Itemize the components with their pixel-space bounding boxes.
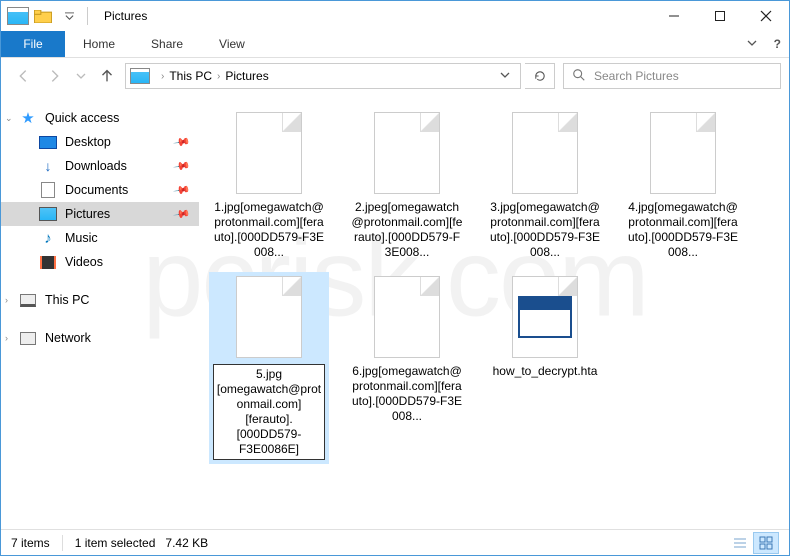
sidebar-item-label: Desktop	[65, 135, 111, 149]
status-bar: 7 items 1 item selected 7.42 KB	[1, 529, 789, 555]
file-icon	[236, 276, 302, 358]
sidebar-label: Quick access	[45, 111, 119, 125]
chevron-right-icon[interactable]: ›	[5, 333, 8, 343]
search-input[interactable]: Search Pictures	[563, 63, 781, 89]
search-placeholder: Search Pictures	[594, 69, 679, 83]
sidebar-label: This PC	[45, 293, 89, 307]
recent-locations-button[interactable]	[73, 62, 89, 90]
titlebar-separator	[87, 7, 88, 25]
help-icon[interactable]: ?	[774, 37, 781, 51]
file-icon	[374, 112, 440, 194]
sidebar-item-label: Documents	[65, 183, 128, 197]
sidebar-quick-access[interactable]: ⌄ ★ Quick access	[1, 106, 199, 130]
file-label: 1.jpg[omegawatch@protonmail.com][ferauto…	[213, 200, 325, 260]
sidebar-item-downloads[interactable]: Downloads 📌	[1, 154, 199, 178]
documents-icon	[41, 182, 55, 198]
details-view-button[interactable]	[727, 532, 753, 554]
file-label: 2.jpeg[omegawatch@protonmail.com][feraut…	[351, 200, 463, 260]
address-bar[interactable]: › This PC › Pictures	[125, 63, 521, 89]
file-icon	[374, 276, 440, 358]
file-item[interactable]: 3.jpg[omegawatch@protonmail.com][ferauto…	[485, 108, 605, 264]
large-icons-view-button[interactable]	[753, 532, 779, 554]
hta-icon	[512, 276, 578, 358]
tab-view[interactable]: View	[201, 31, 263, 57]
music-icon	[39, 230, 57, 246]
sidebar-item-desktop[interactable]: Desktop 📌	[1, 130, 199, 154]
status-selected-size: 7.42 KB	[165, 536, 208, 550]
pin-icon: 📌	[173, 157, 192, 176]
ribbon-tabs: File Home Share View ?	[1, 31, 789, 57]
sidebar-item-label: Music	[65, 231, 98, 245]
file-label: 3.jpg[omegawatch@protonmail.com][ferauto…	[489, 200, 601, 260]
sidebar-item-pictures[interactable]: Pictures 📌	[1, 202, 199, 226]
navigation-pane: ⌄ ★ Quick access Desktop 📌 Downloads 📌 D…	[1, 94, 199, 530]
search-icon	[572, 68, 586, 85]
maximize-button[interactable]	[697, 1, 743, 31]
sidebar-this-pc[interactable]: › This PC	[1, 288, 199, 312]
file-label: 5.jpg [omegawatch@protonmail.com] [ferau…	[213, 364, 325, 460]
title-bar: Pictures	[1, 1, 789, 31]
file-item[interactable]: 6.jpg[omegawatch@protonmail.com][ferauto…	[347, 272, 467, 464]
file-label: 4.jpg[omegawatch@protonmail.com][ferauto…	[627, 200, 739, 260]
sidebar-item-label: Downloads	[65, 159, 127, 173]
crumb-sep-icon: ›	[161, 71, 164, 82]
file-item-selected[interactable]: 5.jpg [omegawatch@protonmail.com] [ferau…	[209, 272, 329, 464]
window-title: Pictures	[104, 9, 147, 23]
address-dropdown-icon[interactable]	[494, 69, 516, 83]
tab-share[interactable]: Share	[133, 31, 201, 57]
sidebar-item-music[interactable]: Music	[1, 226, 199, 250]
sidebar-item-videos[interactable]: Videos	[1, 250, 199, 274]
address-bar-row: › This PC › Pictures Search Pictures	[1, 58, 789, 94]
desktop-icon	[39, 136, 57, 149]
back-button[interactable]	[9, 62, 37, 90]
qat-folder-btn[interactable]	[31, 4, 55, 28]
sidebar-item-label: Pictures	[65, 207, 110, 221]
up-button[interactable]	[93, 62, 121, 90]
sidebar-item-documents[interactable]: Documents 📌	[1, 178, 199, 202]
minimize-button[interactable]	[651, 1, 697, 31]
refresh-button[interactable]	[525, 63, 555, 89]
chevron-right-icon[interactable]: ›	[5, 295, 8, 305]
file-label: 6.jpg[omegawatch@protonmail.com][ferauto…	[351, 364, 463, 424]
tab-home[interactable]: Home	[65, 31, 133, 57]
videos-icon	[40, 256, 56, 269]
downloads-icon	[39, 158, 57, 174]
ribbon-expand-icon[interactable]	[746, 37, 758, 52]
file-item[interactable]: 4.jpg[omegawatch@protonmail.com][ferauto…	[623, 108, 743, 264]
file-item[interactable]: 2.jpeg[omegawatch@protonmail.com][feraut…	[347, 108, 467, 264]
file-item[interactable]: how_to_decrypt.hta	[485, 272, 605, 464]
pictures-icon	[39, 207, 57, 221]
status-separator	[62, 535, 63, 551]
breadcrumb-current[interactable]: Pictures	[225, 69, 268, 83]
pc-icon	[20, 294, 36, 307]
qat-dropdown-btn[interactable]	[57, 4, 81, 28]
sidebar-label: Network	[45, 331, 91, 345]
file-item[interactable]: 1.jpg[omegawatch@protonmail.com][ferauto…	[209, 108, 329, 264]
file-tab[interactable]: File	[1, 31, 65, 57]
file-label: how_to_decrypt.hta	[493, 364, 598, 379]
network-icon	[20, 332, 36, 345]
close-button[interactable]	[743, 1, 789, 31]
file-icon	[512, 112, 578, 194]
forward-button[interactable]	[41, 62, 69, 90]
chevron-down-icon[interactable]: ⌄	[5, 113, 13, 124]
app-icon	[7, 7, 29, 25]
pin-icon: 📌	[173, 133, 192, 152]
pin-icon: 📌	[173, 181, 192, 200]
sidebar-network[interactable]: › Network	[1, 326, 199, 350]
crumb-sep-icon: ›	[217, 71, 220, 82]
file-icon	[236, 112, 302, 194]
file-icon	[650, 112, 716, 194]
file-list[interactable]: 1.jpg[omegawatch@protonmail.com][ferauto…	[199, 94, 789, 530]
sidebar-item-label: Videos	[65, 255, 103, 269]
status-selected-count: 1 item selected	[75, 536, 156, 550]
status-item-count: 7 items	[11, 536, 50, 550]
breadcrumb-root[interactable]: This PC	[169, 69, 212, 83]
pin-icon: 📌	[173, 205, 192, 224]
star-icon: ★	[19, 110, 37, 126]
location-icon	[130, 68, 150, 84]
